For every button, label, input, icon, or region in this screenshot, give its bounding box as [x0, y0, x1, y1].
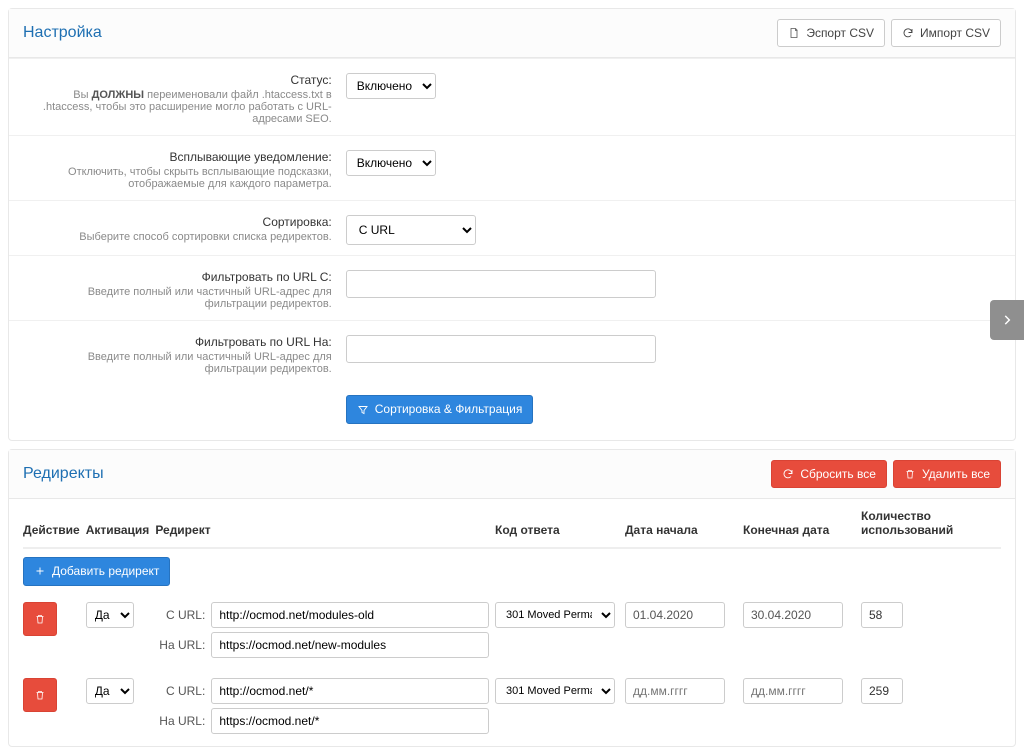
settings-panel: Настройка Эспорт CSV Импорт CSV Статус: …: [8, 8, 1016, 441]
trash-icon: [34, 613, 46, 625]
to-url-label: На URL:: [155, 714, 211, 728]
apply-row: Сортировка & Фильтрация: [9, 385, 1015, 439]
redirects-actions: Сбросить все Удалить все: [771, 460, 1001, 488]
to-url-input[interactable]: [211, 708, 489, 734]
delete-all-button[interactable]: Удалить все: [893, 460, 1001, 488]
delete-row-button[interactable]: [23, 602, 57, 636]
filter-to-help: Введите полный или частичный URL-адрес д…: [23, 351, 332, 375]
response-code-select[interactable]: 301 Moved Permanently: [495, 602, 615, 628]
refresh-icon: [782, 468, 794, 480]
filter-to-input[interactable]: [346, 335, 656, 363]
import-csv-button[interactable]: Импорт CSV: [891, 19, 1001, 47]
status-help-bold: ДОЛЖНЫ: [92, 89, 145, 101]
col-activation: Активация: [86, 499, 156, 548]
status-label: Статус:: [23, 73, 332, 87]
chevron-right-icon: [1000, 313, 1014, 327]
date-end-input[interactable]: [743, 602, 843, 628]
date-start-input[interactable]: [625, 602, 725, 628]
row-popup: Всплывающие уведомление: Отключить, чтоб…: [9, 135, 1015, 200]
sort-help: Выберите способ сортировки списка редире…: [23, 231, 332, 243]
popup-label: Всплывающие уведомление:: [23, 150, 332, 164]
row-sort: Сортировка: Выберите способ сортировки с…: [9, 200, 1015, 255]
trash-icon: [904, 468, 916, 480]
delete-all-label: Удалить все: [922, 467, 990, 481]
delete-row-button[interactable]: [23, 678, 57, 712]
from-url-label: C URL:: [155, 608, 211, 622]
trash-icon: [34, 689, 46, 701]
redirects-table: Действие Активация Редирект Код ответа Д…: [23, 499, 1001, 745]
uses-input[interactable]: [861, 602, 903, 628]
col-date-start: Дата начала: [625, 499, 743, 548]
settings-title: Настройка: [23, 24, 102, 42]
import-csv-label: Импорт CSV: [920, 26, 990, 40]
from-url-input[interactable]: [211, 678, 489, 704]
add-redirect-button[interactable]: Добавить редирект: [23, 557, 170, 585]
row-filter-from: Фильтровать по URL C: Введите полный или…: [9, 255, 1015, 320]
from-url-input[interactable]: [211, 602, 489, 628]
to-url-input[interactable]: [211, 632, 489, 658]
filter-from-label: Фильтровать по URL C:: [23, 270, 332, 284]
table-row: Да C URL: На URL: 301 Moved Permanen: [23, 594, 1001, 670]
status-select[interactable]: Включено: [346, 73, 436, 99]
from-url-label: C URL:: [155, 684, 211, 698]
settings-actions: Эспорт CSV Импорт CSV: [777, 19, 1001, 47]
reset-all-label: Сбросить все: [800, 467, 876, 481]
apply-filter-label: Сортировка & Фильтрация: [375, 402, 523, 416]
filter-from-input[interactable]: [346, 270, 656, 298]
row-filter-to: Фильтровать по URL На: Введите полный ил…: [9, 320, 1015, 385]
export-csv-label: Эспорт CSV: [806, 26, 874, 40]
plus-icon: [34, 565, 46, 577]
filter-to-label: Фильтровать по URL На:: [23, 335, 332, 349]
filter-from-help: Введите полный или частичный URL-адрес д…: [23, 286, 332, 310]
response-code-select[interactable]: 301 Moved Permanently: [495, 678, 615, 704]
date-end-input[interactable]: [743, 678, 843, 704]
file-icon: [788, 27, 800, 39]
settings-panel-heading: Настройка Эспорт CSV Импорт CSV: [9, 9, 1015, 58]
popup-help: Отключить, чтобы скрыть всплывающие подс…: [23, 166, 332, 190]
col-redirect: Редирект: [155, 499, 495, 548]
popup-select[interactable]: Включено: [346, 150, 436, 176]
table-row: Да C URL: На URL: 301 Moved Permanen: [23, 670, 1001, 746]
redirects-panel: Редиректы Сбросить все Удалить все: [8, 449, 1016, 747]
uses-input[interactable]: [861, 678, 903, 704]
refresh-icon: [902, 27, 914, 39]
filter-icon: [357, 404, 369, 416]
activation-select[interactable]: Да: [86, 678, 134, 704]
export-csv-button[interactable]: Эспорт CSV: [777, 19, 885, 47]
redirects-panel-heading: Редиректы Сбросить все Удалить все: [9, 450, 1015, 499]
reset-all-button[interactable]: Сбросить все: [771, 460, 887, 488]
status-help-prefix: Вы: [73, 89, 91, 101]
sort-label: Сортировка:: [23, 215, 332, 229]
to-url-label: На URL:: [155, 638, 211, 652]
col-uses: Количество использований: [861, 499, 1001, 548]
redirects-title: Редиректы: [23, 465, 104, 483]
add-redirect-label: Добавить редирект: [52, 564, 159, 578]
col-date-end: Конечная дата: [743, 499, 861, 548]
col-response: Код ответа: [495, 499, 625, 548]
sort-select[interactable]: C URL: [346, 215, 476, 245]
date-start-input[interactable]: [625, 678, 725, 704]
status-help: Вы ДОЛЖНЫ переименовали файл .htaccess.t…: [23, 89, 332, 125]
side-drawer-toggle[interactable]: [990, 300, 1024, 340]
row-status: Статус: Вы ДОЛЖНЫ переименовали файл .ht…: [9, 58, 1015, 135]
apply-filter-button[interactable]: Сортировка & Фильтрация: [346, 395, 534, 423]
col-action: Действие: [23, 499, 86, 548]
activation-select[interactable]: Да: [86, 602, 134, 628]
